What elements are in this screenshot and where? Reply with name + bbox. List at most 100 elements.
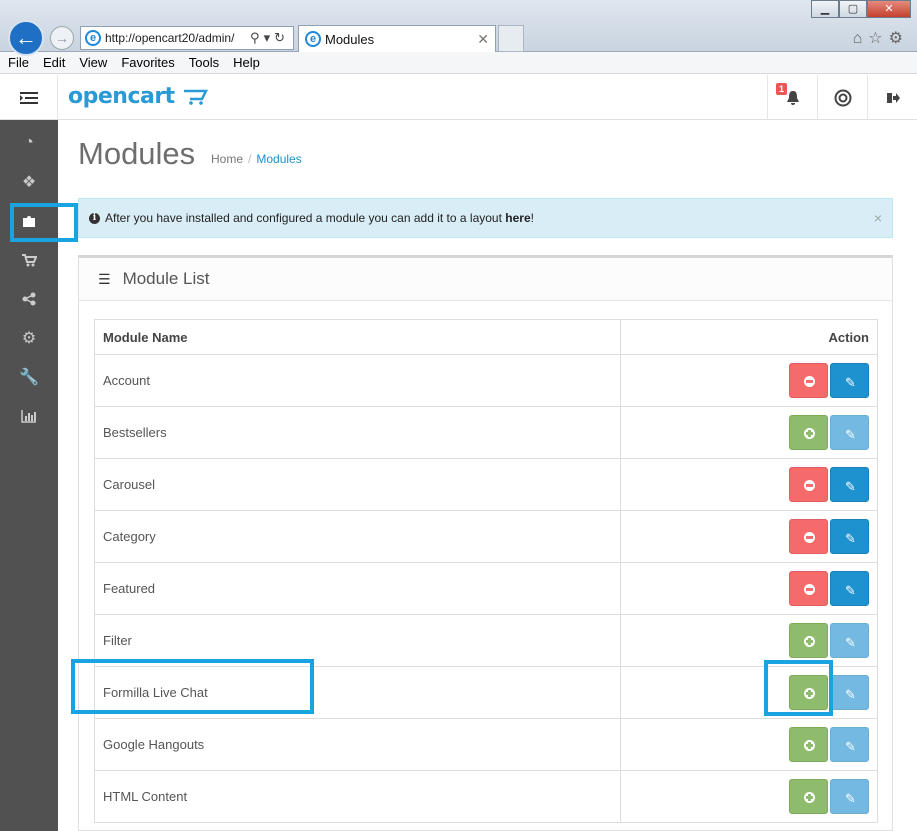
module-list-panel: ☰ Module List Module Name Action Account… (78, 255, 893, 831)
alert-text: After you have installed and configured … (105, 211, 534, 225)
dashboard-icon: ◔ (24, 134, 34, 151)
pencil-icon: ✎ (845, 427, 856, 442)
plus-circle-icon (804, 792, 815, 803)
sidebar-item-catalog[interactable]: ❖ (0, 163, 58, 201)
edit-button[interactable]: ✎ (830, 623, 869, 658)
highlight-formilla-row-box (71, 659, 314, 714)
list-icon: ☰ (98, 270, 111, 287)
notifications-button[interactable]: 1 (767, 75, 817, 120)
alert-close-icon[interactable]: × (874, 210, 882, 226)
search-refresh-icons[interactable]: ⚲▾↻ (250, 30, 289, 46)
menu-tools[interactable]: Tools (189, 55, 219, 70)
edit-button[interactable]: ✎ (830, 519, 869, 554)
module-actions: ✎ (620, 562, 878, 615)
plus-circle-icon (804, 428, 815, 439)
edit-button[interactable]: ✎ (830, 675, 869, 710)
plus-circle-icon (804, 636, 815, 647)
share-icon (22, 292, 36, 306)
menu-favorites[interactable]: Favorites (121, 55, 174, 70)
pencil-icon: ✎ (845, 739, 856, 754)
edit-button[interactable]: ✎ (830, 363, 869, 398)
window-close-button[interactable]: ✕ (867, 0, 911, 18)
module-name: Bestsellers (94, 406, 621, 459)
logo-text: opencart (68, 84, 175, 109)
module-actions: ✎ (620, 666, 878, 719)
column-header-action: Action (620, 319, 878, 355)
sign-out-icon (886, 92, 900, 103)
new-tab-button[interactable] (498, 25, 524, 52)
pencil-icon: ✎ (845, 531, 856, 546)
tab-close-icon[interactable]: ✕ (477, 31, 489, 48)
module-name: Account (94, 354, 621, 407)
table-header-row: Module Name Action (94, 319, 878, 355)
table-row: Carousel ✎ (94, 458, 878, 511)
browser-tab[interactable]: e Modules ✕ (298, 25, 496, 52)
bar-chart-icon (21, 410, 36, 423)
help-button[interactable] (817, 75, 867, 120)
table-row: Google Hangouts ✎ (94, 718, 878, 771)
module-actions: ✎ (620, 510, 878, 563)
install-button[interactable] (789, 727, 828, 762)
minus-circle-icon (804, 584, 815, 595)
breadcrumb-home[interactable]: Home (211, 152, 243, 166)
uninstall-button[interactable] (789, 519, 828, 554)
wrench-icon: 🔧 (19, 369, 39, 386)
pencil-icon: ✎ (845, 791, 856, 806)
minimize-button[interactable]: ▁ (811, 0, 839, 18)
hamburger-icon (19, 91, 38, 104)
module-actions: ✎ (620, 770, 878, 823)
address-bar[interactable]: e http://opencart20/admin/ ⚲▾↻ (80, 26, 294, 50)
install-button[interactable] (789, 415, 828, 450)
install-button[interactable] (789, 779, 828, 814)
browser-titlebar: ← → e http://opencart20/admin/ ⚲▾↻ e Mod… (0, 0, 917, 56)
plus-circle-icon (804, 740, 815, 751)
minus-circle-icon (804, 532, 815, 543)
app-header: opencart 1 (0, 75, 917, 120)
forward-button[interactable]: → (50, 26, 74, 50)
table-row: Account ✎ (94, 354, 878, 407)
home-star-gear-icons[interactable]: ⌂☆⚙ (853, 28, 909, 48)
panel-title: Module List (122, 269, 210, 288)
page-title: Modules (78, 136, 196, 171)
column-header-name[interactable]: Module Name (94, 319, 621, 355)
module-name: Carousel (94, 458, 621, 511)
edit-button[interactable]: ✎ (830, 727, 869, 762)
opencart-logo[interactable]: opencart (68, 84, 208, 109)
highlight-install-button-box (764, 660, 833, 716)
pencil-icon: ✎ (845, 687, 856, 702)
logout-button[interactable] (867, 75, 917, 120)
sidebar-item-reports[interactable] (0, 397, 58, 435)
menu-edit[interactable]: Edit (43, 55, 65, 70)
module-actions: ✎ (620, 406, 878, 459)
sidebar-item-dashboard[interactable]: ◔ (0, 124, 58, 162)
edit-button[interactable]: ✎ (830, 571, 869, 606)
info-alert: i After you have installed and configure… (78, 198, 893, 238)
edit-button[interactable]: ✎ (830, 779, 869, 814)
edit-button[interactable]: ✎ (830, 415, 869, 450)
ie-icon: e (85, 30, 101, 46)
uninstall-button[interactable] (789, 571, 828, 606)
sidebar-item-marketing[interactable] (0, 280, 58, 318)
install-button[interactable] (789, 623, 828, 658)
address-text: http://opencart20/admin/ (105, 31, 235, 45)
tag-icon: ❖ (21, 174, 37, 191)
menu-file[interactable]: File (8, 55, 29, 70)
sidebar-item-tools[interactable]: 🔧 (0, 358, 58, 396)
sidebar-item-sales[interactable] (0, 241, 58, 279)
module-table: Module Name Action Account ✎ Bestsellers ✎ C… (94, 319, 878, 823)
uninstall-button[interactable] (789, 363, 828, 398)
sidebar-item-system[interactable]: ⚙ (0, 319, 58, 357)
maximize-button[interactable]: ▢ (839, 0, 867, 18)
uninstall-button[interactable] (789, 467, 828, 502)
breadcrumb-modules[interactable]: Modules (256, 152, 301, 166)
alert-here-link[interactable]: here (505, 211, 530, 225)
minus-circle-icon (804, 376, 815, 387)
menu-toggle-button[interactable] (0, 75, 58, 120)
back-button[interactable]: ← (8, 20, 44, 56)
menu-help[interactable]: Help (233, 55, 260, 70)
edit-button[interactable]: ✎ (830, 467, 869, 502)
pencil-icon: ✎ (845, 635, 856, 650)
module-actions: ✎ (620, 354, 878, 407)
pencil-icon: ✎ (845, 479, 856, 494)
menu-view[interactable]: View (79, 55, 107, 70)
